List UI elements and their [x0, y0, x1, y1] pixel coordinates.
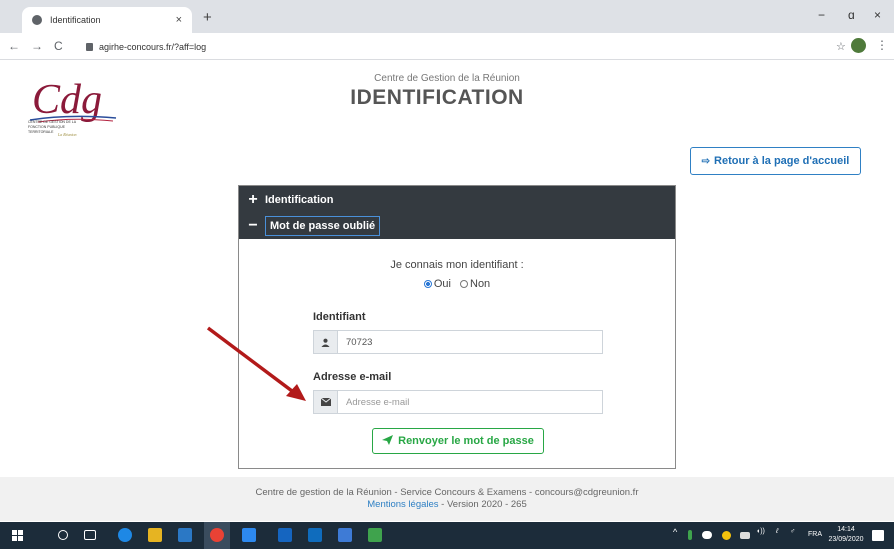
notification-icon[interactable]	[872, 530, 884, 541]
onedrive-icon[interactable]	[702, 531, 712, 539]
identifier-input[interactable]	[338, 331, 602, 353]
new-tab-button[interactable]: +	[203, 9, 212, 26]
plus-icon: +	[248, 190, 258, 208]
organization-name: Centre de Gestion de la Réunion	[374, 73, 520, 84]
know-identifier-question: Je connais mon identifiant :	[390, 259, 524, 271]
accordion-identification-label: Identification	[265, 193, 334, 206]
tab-close-icon[interactable]: ×	[176, 14, 182, 26]
maximize-button[interactable]: ɑ	[848, 8, 855, 22]
profile-avatar[interactable]	[851, 38, 866, 53]
sign-out-icon: ⇨	[701, 155, 711, 167]
window-close-button[interactable]: ×	[874, 8, 881, 22]
app-icon-2[interactable]	[308, 528, 322, 542]
login-panel: + Identification − Mot de passe oublié J…	[238, 185, 676, 469]
email-label: Adresse e-mail	[313, 371, 392, 383]
search-icon[interactable]	[58, 530, 68, 540]
edge-icon[interactable]	[118, 528, 132, 542]
app-icon-3[interactable]	[338, 528, 352, 542]
volume-icon[interactable]: ◖))	[756, 528, 765, 535]
footer-links: Mentions légales - Version 2020 - 265	[0, 499, 894, 511]
browser-tab[interactable]: Identification ×	[22, 7, 192, 33]
home-button-label: Retour à la page d'accueil	[714, 155, 850, 167]
minimize-button[interactable]: −	[818, 8, 825, 22]
windows-taskbar: ^ ◖)) ℓ ♂ FRA 14:14 23/09/2020	[0, 522, 894, 549]
url-text: agirhe-concours.fr/?aff=log	[99, 41, 207, 52]
logo-place: La Réunion	[58, 132, 77, 137]
radio-oui-dot[interactable]	[423, 280, 432, 288]
accordion-identification[interactable]: + Identification	[239, 186, 675, 213]
url-field[interactable]: agirhe-concours.fr/?aff=log	[86, 37, 816, 56]
identifier-label: Identifiant	[313, 311, 366, 323]
network-icon[interactable]	[740, 532, 750, 539]
radio-non[interactable]: Non	[460, 278, 490, 290]
accordion-forgot-password[interactable]: − Mot de passe oublié	[239, 213, 675, 239]
browser-tab-bar: Identification × + − ɑ ×	[0, 0, 894, 33]
language-indicator[interactable]: FRA	[808, 531, 822, 538]
tray-app-icon[interactable]	[688, 530, 692, 540]
computer-icon[interactable]	[242, 528, 256, 542]
footer-contact: Centre de gestion de la Réunion - Servic…	[255, 487, 639, 498]
mail-icon[interactable]	[178, 528, 192, 542]
tray-status-icon[interactable]	[722, 531, 731, 540]
radio-oui-label: Oui	[433, 278, 451, 290]
app-icon-4[interactable]	[368, 528, 382, 542]
pen-icon[interactable]: ℓ	[776, 528, 778, 535]
version-text: - Version 2020 - 265	[438, 499, 527, 510]
page-footer: Centre de gestion de la Réunion - Servic…	[0, 477, 894, 521]
email-field	[313, 390, 603, 414]
address-bar: ← → C agirhe-concours.fr/?aff=log ☆ ⋮	[0, 33, 894, 60]
reload-button[interactable]: C	[54, 39, 63, 53]
clock-time: 14:14	[837, 526, 855, 533]
user-icon	[314, 331, 338, 353]
accordion-forgot-password-label: Mot de passe oublié	[265, 216, 381, 236]
file-explorer-icon[interactable]	[148, 528, 162, 542]
radio-oui[interactable]: Oui	[423, 278, 451, 290]
resend-password-button[interactable]: Renvoyer le mot de passe	[372, 428, 544, 454]
bookmark-star-icon[interactable]: ☆	[836, 40, 846, 53]
chrome-taskbar-slot[interactable]	[204, 522, 230, 549]
clock[interactable]: 14:14 23/09/2020	[826, 525, 866, 545]
clock-date: 23/09/2020	[828, 536, 864, 543]
forward-button[interactable]: →	[31, 39, 43, 53]
tray-chevron-icon[interactable]: ^	[673, 527, 677, 537]
email-input[interactable]	[338, 391, 602, 413]
radio-non-label: Non	[470, 278, 491, 290]
paper-plane-icon	[382, 434, 394, 448]
back-button[interactable]: ←	[8, 39, 20, 53]
home-button[interactable]: ⇨ Retour à la page d'accueil	[690, 147, 861, 175]
task-view-icon[interactable]	[84, 530, 96, 540]
resend-password-label: Renvoyer le mot de passe	[398, 435, 534, 447]
browser-menu-button[interactable]: ⋮	[876, 38, 888, 52]
page-title: IDENTIFICATION	[350, 86, 524, 109]
legal-link[interactable]: Mentions légales	[367, 499, 438, 510]
tab-title: Identification	[50, 15, 101, 25]
identifier-field	[313, 330, 603, 354]
app-icon-1[interactable]	[278, 528, 292, 542]
identifier-radio-group: Oui Non	[239, 278, 675, 291]
minus-icon: −	[248, 217, 258, 234]
lock-icon	[86, 42, 93, 51]
chrome-icon	[210, 528, 224, 542]
ink-icon[interactable]: ♂	[790, 528, 795, 535]
globe-icon	[32, 15, 42, 25]
windows-start-icon[interactable]	[12, 530, 23, 541]
envelope-icon	[314, 391, 338, 413]
radio-non-dot[interactable]	[460, 280, 468, 288]
